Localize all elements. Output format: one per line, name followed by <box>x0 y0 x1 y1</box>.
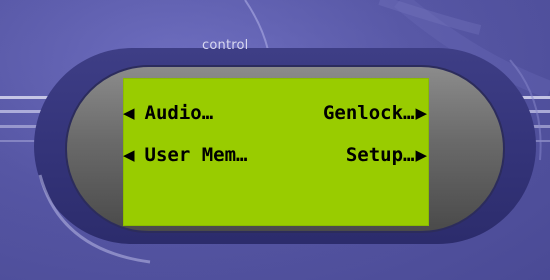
genlock-label: Genlock… <box>322 102 415 124</box>
setup-label: Setup… <box>345 144 415 166</box>
left-arrow-icon: ◀ <box>123 104 135 122</box>
left-arrow-icon: ◀ <box>123 146 135 164</box>
brand-label: control <box>202 38 249 53</box>
right-arrow-icon: ▶ <box>415 104 427 122</box>
control-panel: control ◀ Audio… Genlock… ▶ ◀ User Mem… … <box>0 0 550 280</box>
audio-menu-option[interactable]: ◀ Audio… <box>123 100 213 126</box>
user-mem-label: User Mem… <box>144 144 248 166</box>
audio-label: Audio… <box>144 102 214 124</box>
setup-menu-option[interactable]: Setup… ▶ <box>346 142 427 168</box>
right-arrow-icon: ▶ <box>415 146 427 164</box>
lcd-display: ◀ Audio… Genlock… ▶ ◀ User Mem… Setup… ▶ <box>123 78 429 226</box>
user-mem-menu-option[interactable]: ◀ User Mem… <box>123 142 248 168</box>
lcd-row: ◀ User Mem… Setup… ▶ <box>123 142 429 168</box>
genlock-menu-option[interactable]: Genlock… ▶ <box>323 100 427 126</box>
lcd-row: ◀ Audio… Genlock… ▶ <box>123 100 429 126</box>
